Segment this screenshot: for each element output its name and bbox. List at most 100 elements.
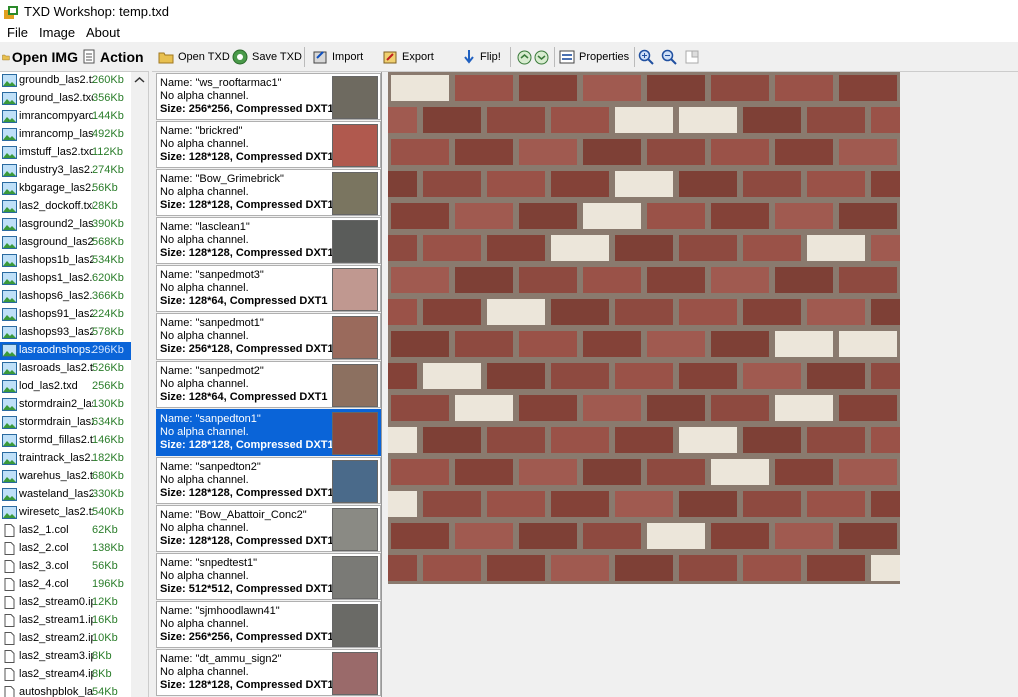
file-list-item[interactable]: stormdrain_las2.txd634Kb [0, 414, 134, 432]
file-list-item[interactable]: lashops1_las2.txd620Kb [0, 270, 134, 288]
brick [743, 555, 801, 581]
texture-list-item[interactable]: Name: "sanpedton1" No alpha channel. Size:… [156, 409, 381, 456]
texture-list-item[interactable]: Name: "dt_ammu_sign2" No alpha channel. Si… [156, 649, 381, 696]
file-list-item[interactable]: las2_stream0.ipl 12Kb [0, 594, 134, 612]
image-file-icon [2, 146, 17, 159]
import-label: Import [332, 51, 364, 63]
import-button[interactable]: Import [312, 46, 363, 68]
brick [871, 107, 900, 133]
document-file-icon [4, 650, 15, 663]
file-list-item[interactable]: las2_1.col 62Kb [0, 522, 134, 540]
image-file-icon [2, 272, 17, 285]
brick [455, 267, 513, 293]
file-list-item[interactable]: las2_stream3.ipl 8Kb [0, 648, 134, 666]
texture-list-item[interactable]: Name: "sjmhoodlawn41" No alpha channel. Si… [156, 601, 381, 648]
document-file-icon [4, 542, 15, 555]
texture-size: Size: 128*128, Compressed DXT1 [160, 535, 334, 547]
texture-size: Size: 128*128, Compressed DXT1 [160, 247, 334, 259]
file-list-item[interactable]: ground_las2.txd 356Kb [0, 90, 134, 108]
menu-image[interactable]: Image [39, 25, 75, 40]
file-list-item[interactable]: lasground_las2.txd568Kb [0, 234, 134, 252]
file-list-item[interactable]: lasground2_las2.txd390Kb [0, 216, 134, 234]
file-list-item[interactable]: wasteland_las2.txd330Kb [0, 486, 134, 504]
texture-size: Size: 256*128, Compressed DXT1 [160, 343, 334, 355]
action-button[interactable]: Action [82, 47, 144, 67]
image-file-icon [2, 110, 17, 123]
zoom-in-button[interactable] [638, 46, 654, 68]
texture-size: Size: 128*64, Compressed DXT1 [160, 295, 328, 307]
file-list-item[interactable]: groundb_las2.txd260Kb [0, 72, 134, 90]
file-list-item[interactable]: las2_4.col 196Kb [0, 576, 134, 594]
scroll-up-icon[interactable] [131, 72, 148, 88]
save-txd-label: Save TXD [252, 51, 302, 63]
texture-alpha: No alpha channel. [160, 330, 249, 342]
texture-list-item[interactable]: Name: "sanpedton2" No alpha channel. Size:… [156, 457, 381, 504]
texture-list-item[interactable]: Name: "sanpedmot3" No alpha channel. Size:… [156, 265, 381, 312]
texture-list-item[interactable]: Name: "lasclean1" No alpha channel. Size: … [156, 217, 381, 264]
action-label: Action [100, 49, 144, 65]
texture-list-item[interactable]: Name: "Bow_Grimebrick" No alpha channel. S… [156, 169, 381, 216]
brick [679, 555, 737, 581]
file-list-item[interactable]: las2_3.col 56Kb [0, 558, 134, 576]
file-list-item[interactable]: kbgarage_las2.txd56Kb [0, 180, 134, 198]
rotate-left-button[interactable] [517, 46, 532, 68]
file-name: lasroads_las2.txd [19, 362, 93, 374]
file-list-item[interactable]: warehus_las2.txd680Kb [0, 468, 134, 486]
file-list-item[interactable]: lashops93_las2.txd578Kb [0, 324, 134, 342]
rotate-right-button[interactable] [534, 46, 549, 68]
open-txd-button[interactable]: Open TXD [158, 46, 230, 68]
file-list-item[interactable]: lasraodnshops.txd296Kb [0, 342, 134, 360]
brick [455, 395, 513, 421]
file-size: 534Kb [92, 254, 124, 266]
zoom-out-button[interactable] [661, 46, 677, 68]
file-list-item[interactable]: traintrack_las2.txd182Kb [0, 450, 134, 468]
export-button[interactable]: Export [382, 46, 434, 68]
image-file-icon [2, 164, 17, 177]
image-file-icon [2, 506, 17, 519]
texture-list-item[interactable]: Name: "sanpedmot2" No alpha channel. Size:… [156, 361, 381, 408]
file-list-item[interactable]: las2_dockoff.txd 28Kb [0, 198, 134, 216]
file-name: las2_3.col [19, 560, 69, 572]
file-list-item[interactable]: stormdrain2_las2.txd130Kb [0, 396, 134, 414]
file-list-item[interactable]: las2_stream2.ipl 10Kb [0, 630, 134, 648]
file-list-item[interactable]: las2_2.col 138Kb [0, 540, 134, 558]
file-list-item[interactable]: imrancompyard 144Kb [0, 108, 134, 126]
brick [807, 491, 865, 517]
save-txd-button[interactable]: Save TXD [232, 46, 302, 68]
brick [423, 171, 481, 197]
file-list-item[interactable]: imstuff_las2.txd 112Kb [0, 144, 134, 162]
file-list-item[interactable]: stormd_fillas2.txd146Kb [0, 432, 134, 450]
file-list-item[interactable]: autoshpblok_las254Kb [0, 684, 134, 697]
flip-button[interactable]: Flip! [462, 46, 501, 68]
document-file-icon [4, 668, 15, 681]
menu-file[interactable]: File [7, 25, 28, 40]
texture-list-item[interactable]: Name: "ws_rooftarmac1" No alpha channel. S… [156, 73, 381, 120]
file-list-item[interactable]: lashops1b_las2.txd534Kb [0, 252, 134, 270]
brick [871, 235, 900, 261]
file-list-item[interactable]: lashops91_las2.txd224Kb [0, 306, 134, 324]
open-img-button[interactable]: Open IMG [2, 47, 78, 67]
texture-list-item[interactable]: Name: "Bow_Abattoir_Conc2" No alpha chann… [156, 505, 381, 552]
brick [775, 75, 833, 101]
file-list-item[interactable]: lasroads_las2.txd526Kb [0, 360, 134, 378]
file-list-item[interactable]: wiresetc_las2.txd540Kb [0, 504, 134, 522]
actual-size-button[interactable] [684, 46, 700, 68]
brick [487, 427, 545, 453]
brick [487, 363, 545, 389]
vertical-scrollbar[interactable] [131, 72, 148, 697]
brick [487, 555, 545, 581]
texture-list-item[interactable]: Name: "snpedtest1" No alpha channel. Size:… [156, 553, 381, 600]
texture-list-item[interactable]: Name: "sanpedmot1" No alpha channel. Size:… [156, 313, 381, 360]
file-list-item[interactable]: las2_stream1.ipl 16Kb [0, 612, 134, 630]
menu-about[interactable]: About [86, 25, 120, 40]
file-list-item[interactable]: industry3_las2.txd274Kb [0, 162, 134, 180]
file-list-item[interactable]: lod_las2.txd 256Kb [0, 378, 134, 396]
file-list-item[interactable]: lashops6_las2.txd366Kb [0, 288, 134, 306]
properties-button[interactable]: Properties [559, 46, 629, 68]
file-list-item[interactable]: las2_stream4.ipl 8Kb [0, 666, 134, 684]
texture-list-item[interactable]: Name: "brickred" No alpha channel. Size: 1… [156, 121, 381, 168]
flip-label: Flip! [480, 51, 501, 63]
rotate-right-icon [534, 50, 549, 64]
image-file-icon [2, 452, 17, 465]
file-list-item[interactable]: imrancomp_las2.txd492Kb [0, 126, 134, 144]
